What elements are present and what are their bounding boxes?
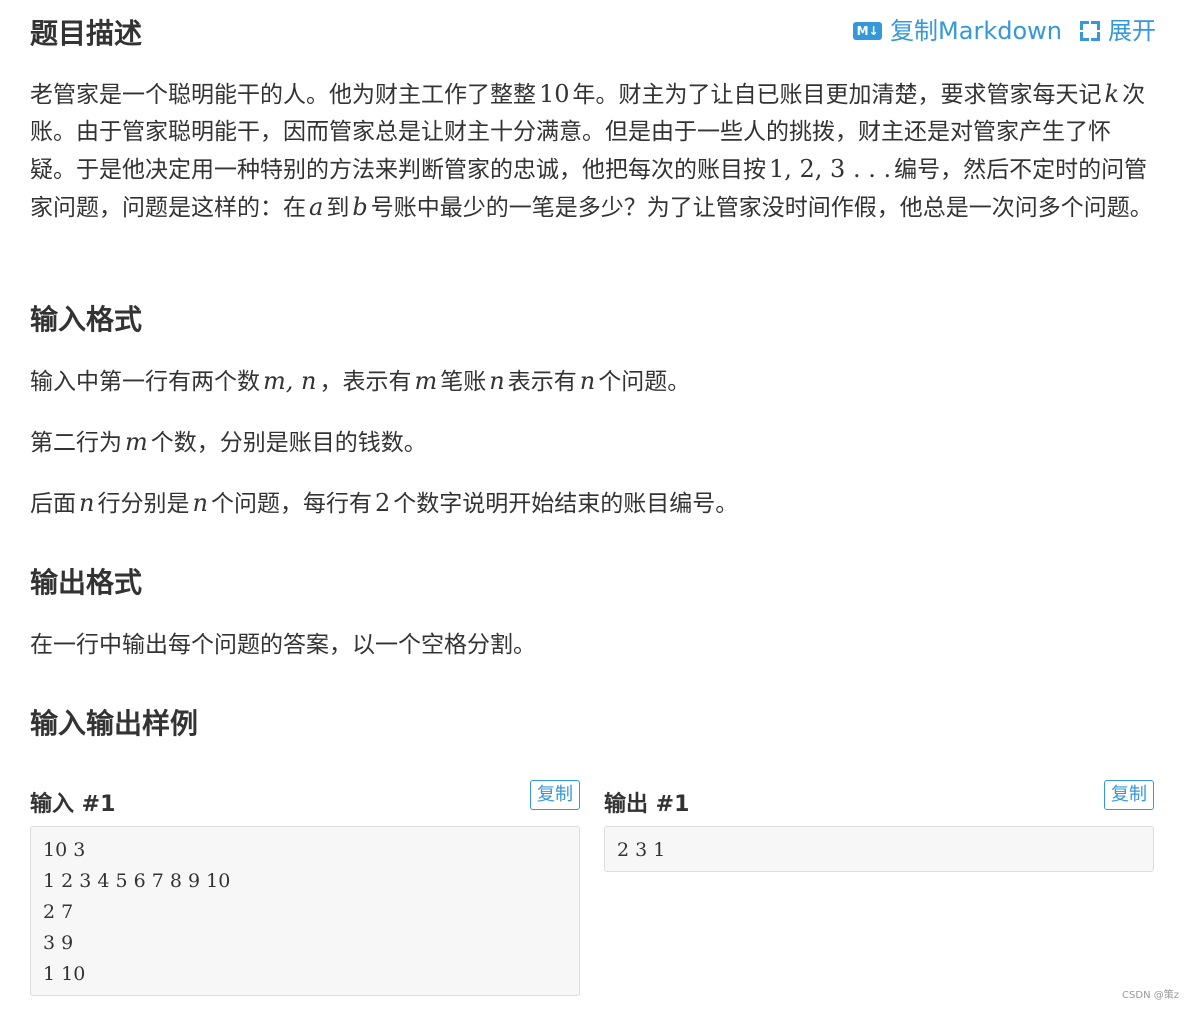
sample-input-panel: 输入 #1 复制 10 3 1 2 3 4 5 6 7 8 9 10 2 7 3… xyxy=(30,780,580,996)
text-run: 个问题，每行有 xyxy=(210,491,372,517)
math-variable: a xyxy=(309,193,324,221)
math-number: 10 xyxy=(539,80,570,108)
expand-icon xyxy=(1080,21,1100,41)
math-variable: m xyxy=(125,428,148,456)
text-run: 后面 xyxy=(30,491,76,517)
heading-actions: M↓ 复制Markdown 展开 xyxy=(853,19,1156,43)
text-run: 笔账 xyxy=(440,369,487,395)
output-format-text: 在一行中输出每个问题的答案，以一个空格分割。 xyxy=(30,632,536,658)
math-variable: m xyxy=(414,367,438,395)
math-number: 2 xyxy=(374,489,391,517)
sample-input-title: 输入 #1 xyxy=(30,792,116,817)
markdown-icon: M↓ xyxy=(853,22,883,40)
expand-button[interactable]: 展开 xyxy=(1080,19,1156,43)
text-run: 个数，分别是账目的钱数。 xyxy=(150,430,427,456)
text-run: 年。财主为了让自已账目更加清楚，要求管家每天记 xyxy=(572,82,1102,108)
math-variable: n xyxy=(579,367,596,395)
math-variable: m, n xyxy=(263,367,317,395)
copy-markdown-label: 复制Markdown xyxy=(890,17,1062,45)
math-variable: k xyxy=(1104,80,1120,108)
text-run: 老管家是一个聪明能干的人。他为财主工作了整整 xyxy=(30,82,536,108)
text-run: 个数字说明开始结束的账目编号。 xyxy=(393,491,739,517)
copy-input-button[interactable]: 复制 xyxy=(530,780,580,810)
math-variable: n xyxy=(79,489,95,517)
output-format-heading: 输出格式 xyxy=(30,566,143,599)
input-format-line-3: 后面 n 行分别是 n 个问题，每行有 2 个数字说明开始结束的账目编号。 xyxy=(30,485,738,523)
math-variable: n xyxy=(489,367,505,395)
input-format-line-2: 第二行为 m 个数，分别是账目的钱数。 xyxy=(30,424,427,462)
math-variable: b xyxy=(352,193,368,221)
text-run: 输入中第一行有两个数 xyxy=(30,369,260,395)
sample-input-code[interactable]: 10 3 1 2 3 4 5 6 7 8 9 10 2 7 3 9 1 10 xyxy=(30,826,580,996)
text-run: ，表示有 xyxy=(319,369,412,395)
text-run: 行分别是 xyxy=(97,491,190,517)
text-run: 表示有 xyxy=(507,369,577,395)
input-format-line-1: 输入中第一行有两个数 m, n ，表示有 m 笔账 n 表示有 n 个问题。 xyxy=(30,363,690,401)
text-run: 号账中最少的一笔是多少？为了让管家没时间作假，他总是一次问多个问题。 xyxy=(370,195,1153,221)
math-number: 1, 2, 3 . . . xyxy=(769,155,892,183)
text-run: 个问题。 xyxy=(598,369,691,395)
sample-output-title: 输出 #1 xyxy=(604,792,690,817)
copy-markdown-button[interactable]: M↓ 复制Markdown xyxy=(853,19,1062,43)
math-variable: n xyxy=(192,489,208,517)
input-format-heading: 输入格式 xyxy=(30,303,143,336)
watermark: CSDN @策z xyxy=(1122,990,1179,1001)
description-heading: 题目描述 xyxy=(30,17,143,50)
sample-output-code[interactable]: 2 3 1 xyxy=(604,826,1154,872)
samples-heading: 输入输出样例 xyxy=(30,707,199,740)
description-text: 老管家是一个聪明能干的人。他为财主工作了整整 10 年。财主为了让自已账目更加清楚，… xyxy=(30,76,1156,227)
copy-output-button[interactable]: 复制 xyxy=(1104,780,1154,810)
sample-output-panel: 输出 #1 复制 2 3 1 xyxy=(604,780,1154,872)
expand-label: 展开 xyxy=(1108,17,1156,45)
text-run: 到 xyxy=(326,195,350,221)
text-run: 第二行为 xyxy=(30,430,122,456)
